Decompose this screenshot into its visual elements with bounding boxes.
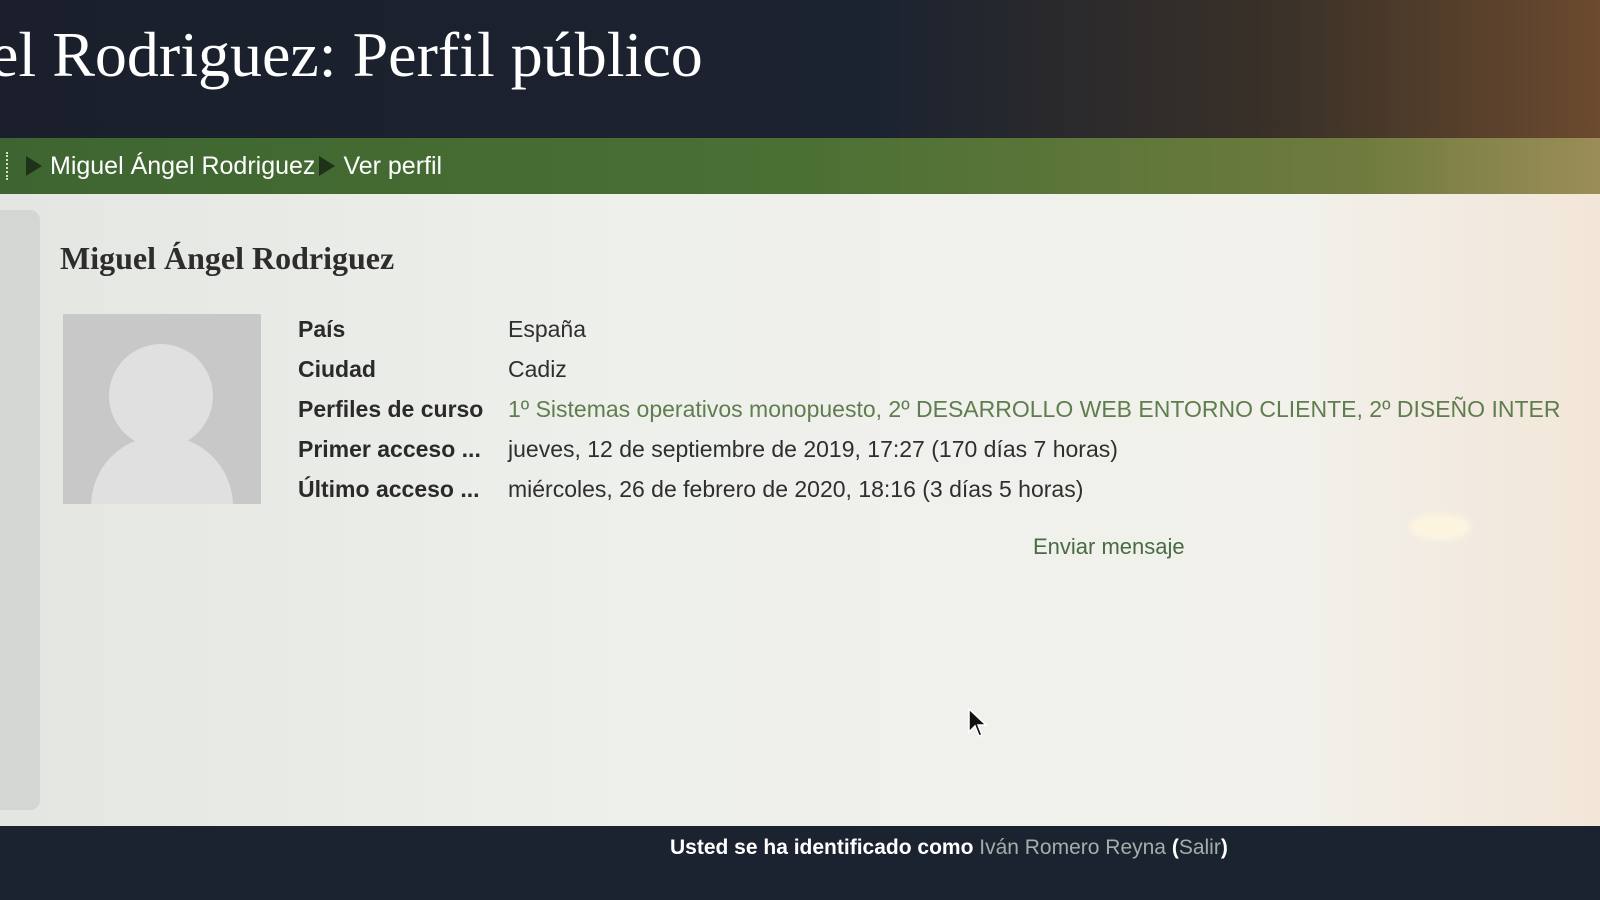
breadcrumb-separator-icon [26,156,42,176]
info-label: Ciudad [298,356,376,382]
info-label: País [298,316,346,342]
info-label: Primer acceso ... [298,436,481,462]
page-header: el Rodriguez: Perfil público [0,0,1600,138]
breadcrumb-home-stub[interactable] [6,152,14,180]
logout-link[interactable]: Salir [1179,836,1221,859]
logged-user-link[interactable]: Iván Romero Reyna [979,836,1166,859]
breadcrumb: Miguel Ángel Rodriguez Ver perfil [0,138,1600,194]
avatar-body-shape [91,436,233,504]
avatar [63,314,261,504]
main-content: Miguel Ángel Rodriguez País España Ciuda… [0,194,1600,826]
login-info-prefix: Usted se ha identificado como [670,836,980,859]
paren-open: ( [1166,836,1179,859]
course-profiles-links[interactable]: 1º Sistemas operativos monopuesto, 2º DE… [508,396,1560,423]
breadcrumb-separator-icon [319,156,336,176]
info-label: Último acceso ... [298,476,480,502]
info-value: Cadiz [508,356,567,382]
info-label: Perfiles de curso [298,396,484,422]
screen-glare [1410,514,1470,540]
page-title: el Rodriguez: Perfil público [0,19,703,90]
info-value: jueves, 12 de septiembre de 2019, 17:27 … [508,436,1118,462]
login-info: Usted se ha identificado como Iván Romer… [670,836,1228,860]
send-message-link[interactable]: Enviar mensaje [1033,534,1185,560]
breadcrumb-item-user[interactable]: Miguel Ángel Rodriguez [50,152,315,181]
breadcrumb-item-current: Ver perfil [343,151,443,180]
page-footer: Usted se ha identificado como Iván Romer… [0,826,1600,900]
info-value: miércoles, 26 de febrero de 2020, 18:16 … [508,476,1084,502]
paren-close: ) [1220,836,1228,859]
avatar-head-shape [109,344,213,448]
mouse-pointer-icon [968,708,988,737]
info-value: España [508,316,587,342]
left-sidebar-edge [0,210,40,810]
profile-name-heading: Miguel Ángel Rodriguez [60,240,395,276]
